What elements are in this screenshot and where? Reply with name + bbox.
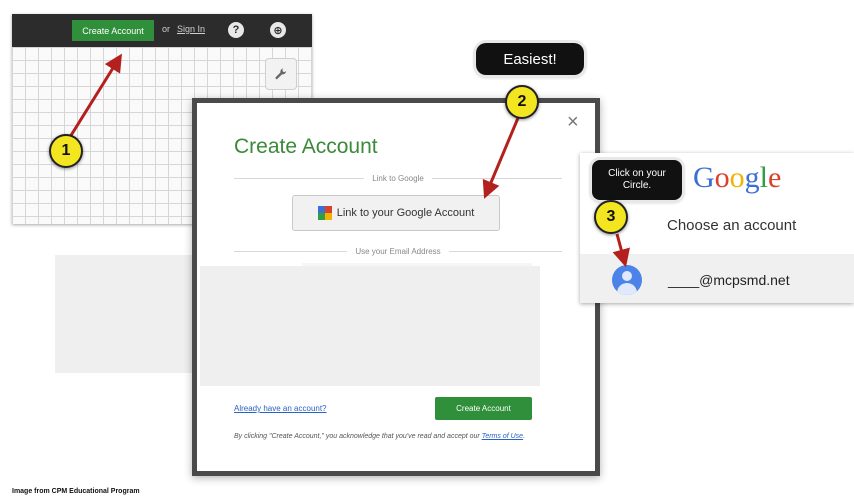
- dialog-content-panel: [200, 266, 540, 386]
- step-3-badge: 3: [594, 200, 628, 234]
- step-2-badge: 2: [505, 85, 539, 119]
- link-google-label: Link to Google: [372, 173, 424, 183]
- step-1-badge: 1: [49, 134, 83, 168]
- close-icon[interactable]: ×: [567, 111, 579, 134]
- click-circle-callout: Click on your Circle.: [592, 160, 682, 200]
- click-circle-line-1: Click on your: [608, 168, 666, 179]
- avatar-icon[interactable]: [612, 265, 642, 295]
- create-account-button-top[interactable]: Create Account: [72, 20, 154, 41]
- dialog-title: Create Account: [234, 135, 378, 158]
- wrench-icon[interactable]: [265, 58, 297, 90]
- terms-of-use-link[interactable]: Terms of Use: [482, 433, 523, 440]
- google-logo: Google: [693, 161, 782, 194]
- easiest-callout: Easiest!: [476, 43, 584, 75]
- help-icon[interactable]: ?: [228, 22, 244, 38]
- or-text: or: [162, 24, 171, 34]
- image-caption: Image from CPM Educational Program: [12, 488, 140, 495]
- google-color-icon: [317, 206, 332, 220]
- email-divider: Use your Email Address: [234, 244, 562, 258]
- link-google-divider: Link to Google: [234, 171, 562, 185]
- click-circle-line-2: Circle.: [622, 180, 652, 191]
- terms-prefix: By clicking "Create Account," you acknow…: [234, 433, 482, 440]
- link-google-account-button[interactable]: Link to your Google Account: [292, 195, 500, 231]
- account-row[interactable]: ____@mcpsmd.net: [580, 254, 854, 303]
- create-account-button[interactable]: Create Account: [435, 397, 532, 420]
- app-topbar: Create Account or Sign In ? ⊕: [12, 14, 312, 47]
- terms-suffix: .: [523, 433, 526, 440]
- terms-text: By clicking "Create Account," you acknow…: [234, 432, 539, 441]
- sign-in-link[interactable]: Sign In: [177, 24, 205, 34]
- link-google-account-label: Link to your Google Account: [336, 207, 475, 219]
- already-have-account-link[interactable]: Already have an account?: [234, 404, 327, 413]
- create-account-dialog: Create Account × Link to Google Link to …: [192, 98, 600, 476]
- choose-account-text: Choose an account: [667, 217, 797, 234]
- globe-icon[interactable]: ⊕: [270, 22, 286, 38]
- account-email: ____@mcpsmd.net: [668, 272, 790, 288]
- email-section-label: Use your Email Address: [355, 246, 441, 256]
